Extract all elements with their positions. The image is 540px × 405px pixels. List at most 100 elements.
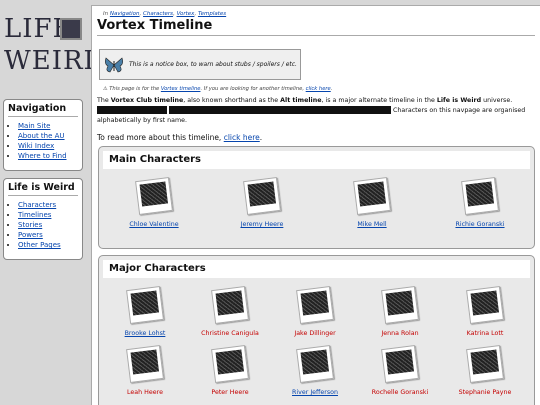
nav-link-timelines[interactable]: Timelines bbox=[18, 211, 51, 219]
main-characters-section: Main Characters Chloe Valentine Jeremy He… bbox=[98, 146, 535, 249]
character-card[interactable]: Jenna Rolan bbox=[360, 286, 440, 344]
redacted-photo bbox=[470, 349, 499, 375]
main-content: In Navigation, Characters, Vortex, Templ… bbox=[91, 5, 540, 405]
character-name-link[interactable]: Rochelle Goranski bbox=[360, 389, 440, 396]
character-portrait[interactable] bbox=[353, 177, 391, 215]
character-portrait[interactable] bbox=[126, 345, 164, 383]
life-is-weird-title: Life is Weird bbox=[8, 182, 78, 196]
intro-bold: Alt timeline bbox=[280, 97, 322, 104]
redacted-photo bbox=[130, 349, 159, 375]
redacted-photo bbox=[465, 181, 494, 207]
redacted-photo bbox=[215, 349, 244, 375]
character-card[interactable]: Christine Canigula bbox=[190, 286, 270, 344]
character-portrait[interactable] bbox=[461, 177, 499, 215]
nav-link-powers[interactable]: Powers bbox=[18, 231, 43, 239]
character-card[interactable]: Peter Heere bbox=[190, 345, 270, 403]
breadcrumb-link-vortex[interactable]: Vortex bbox=[177, 11, 195, 17]
character-portrait[interactable] bbox=[211, 345, 249, 383]
character-name-link[interactable]: River Jefferson bbox=[275, 389, 355, 396]
character-portrait[interactable] bbox=[126, 286, 164, 324]
logo-icon bbox=[60, 18, 82, 40]
breadcrumb-link-characters[interactable]: Characters bbox=[143, 11, 173, 17]
character-name-link[interactable]: Peter Heere bbox=[190, 389, 270, 396]
redacted-photo bbox=[385, 349, 414, 375]
nav-item: Timelines bbox=[18, 210, 78, 220]
intro-text: , also known shorthand as the bbox=[183, 97, 279, 104]
character-name-link[interactable]: Richie Goranski bbox=[440, 221, 520, 228]
major-characters-section: Major Characters Brooke Lohst Christine C… bbox=[98, 255, 535, 405]
character-portrait[interactable] bbox=[296, 345, 334, 383]
hatnote-end: . bbox=[330, 86, 333, 92]
sidebar: LIFE WEIRD Navigation Main Site About th… bbox=[0, 0, 104, 405]
breadcrumb: In Navigation, Characters, Vortex, Templ… bbox=[103, 11, 227, 17]
nav-link-wiki-index[interactable]: Wiki Index bbox=[18, 142, 54, 150]
hatnote-link-click-here[interactable]: click here bbox=[306, 86, 331, 92]
read-more-end: . bbox=[259, 133, 263, 142]
character-name-link[interactable]: Jeremy Heere bbox=[222, 221, 302, 228]
read-more-link[interactable]: click here bbox=[224, 133, 260, 142]
nav-item: Characters bbox=[18, 200, 78, 210]
breadcrumb-link-templates[interactable]: Templates bbox=[198, 11, 226, 17]
character-card[interactable]: Richie Goranski bbox=[440, 177, 520, 235]
character-card[interactable]: Brooke Lohst bbox=[105, 286, 185, 344]
hatnote-text-2: . If you are looking for another timelin… bbox=[200, 86, 305, 92]
nav-item: Wiki Index bbox=[18, 141, 78, 151]
character-name-link[interactable]: Jenna Rolan bbox=[360, 330, 440, 337]
character-card[interactable]: Leah Heere bbox=[105, 345, 185, 403]
character-name-link[interactable]: Chloe Valentine bbox=[114, 221, 194, 228]
intro-text: , is a major alternate timeline in the bbox=[321, 97, 435, 104]
character-card[interactable]: Katrina Lott bbox=[445, 286, 525, 344]
character-card[interactable]: Stephanie Payne bbox=[445, 345, 525, 403]
nav-link-other-pages[interactable]: Other Pages bbox=[18, 241, 61, 249]
hatnote-link-vortex[interactable]: Vortex timeline bbox=[161, 86, 201, 92]
character-card[interactable]: Rochelle Goranski bbox=[360, 345, 440, 403]
character-name-link[interactable]: Katrina Lott bbox=[445, 330, 525, 337]
intro-bold: Vortex Club timeline bbox=[110, 97, 184, 104]
character-name-link[interactable]: Brooke Lohst bbox=[105, 330, 185, 337]
breadcrumb-link-navigation[interactable]: Navigation bbox=[110, 11, 140, 17]
character-portrait[interactable] bbox=[211, 286, 249, 324]
notice-box: This is a notice box, to warn about stub… bbox=[99, 49, 301, 80]
redacted-photo bbox=[385, 290, 414, 316]
redacted-photo bbox=[470, 290, 499, 316]
nav-link-main-site[interactable]: Main Site bbox=[18, 122, 50, 130]
character-card[interactable]: Jake Dillinger bbox=[275, 286, 355, 344]
hatnote: ⚠ This page is for the Vortex timeline. … bbox=[103, 86, 535, 92]
navigation-box: Navigation Main Site About the AU Wiki I… bbox=[3, 99, 83, 171]
redacted-text bbox=[169, 106, 392, 114]
character-card[interactable]: Chloe Valentine bbox=[114, 177, 194, 235]
read-more-text: To read more about this timeline, bbox=[97, 133, 222, 142]
redacted-photo bbox=[215, 290, 244, 316]
intro-paragraph: The Vortex Club timeline, also known sho… bbox=[97, 96, 537, 126]
nav-item: Other Pages bbox=[18, 240, 78, 250]
redacted-photo bbox=[300, 290, 329, 316]
character-name-link[interactable]: Leah Heere bbox=[105, 389, 185, 396]
character-portrait[interactable] bbox=[381, 286, 419, 324]
nav-item: Main Site bbox=[18, 121, 78, 131]
character-portrait[interactable] bbox=[466, 345, 504, 383]
character-card[interactable]: Mike Mell bbox=[332, 177, 412, 235]
character-card[interactable]: River Jefferson bbox=[275, 345, 355, 403]
character-portrait[interactable] bbox=[466, 286, 504, 324]
nav-link-characters[interactable]: Characters bbox=[18, 201, 56, 209]
character-name-link[interactable]: Jake Dillinger bbox=[275, 330, 355, 337]
redacted-photo bbox=[139, 181, 168, 207]
nav-link-about[interactable]: About the AU bbox=[18, 132, 65, 140]
read-more-line: To read more about this timeline, click … bbox=[97, 133, 535, 142]
character-portrait[interactable] bbox=[135, 177, 173, 215]
breadcrumb-prefix: In bbox=[103, 11, 109, 17]
site-logo[interactable]: LIFE WEIRD bbox=[4, 14, 104, 84]
character-name-link[interactable]: Christine Canigula bbox=[190, 330, 270, 337]
character-name-link[interactable]: Stephanie Payne bbox=[445, 389, 525, 396]
character-portrait[interactable] bbox=[296, 286, 334, 324]
nav-link-where-to-find[interactable]: Where to Find bbox=[18, 152, 67, 160]
nav-item: Powers bbox=[18, 230, 78, 240]
nav-item: Stories bbox=[18, 220, 78, 230]
hatnote-text: ⚠ This page is for the bbox=[103, 86, 160, 92]
character-card[interactable]: Jeremy Heere bbox=[222, 177, 302, 235]
redacted-photo bbox=[247, 181, 276, 207]
character-portrait[interactable] bbox=[243, 177, 281, 215]
character-portrait[interactable] bbox=[381, 345, 419, 383]
nav-link-stories[interactable]: Stories bbox=[18, 221, 42, 229]
character-name-link[interactable]: Mike Mell bbox=[332, 221, 412, 228]
